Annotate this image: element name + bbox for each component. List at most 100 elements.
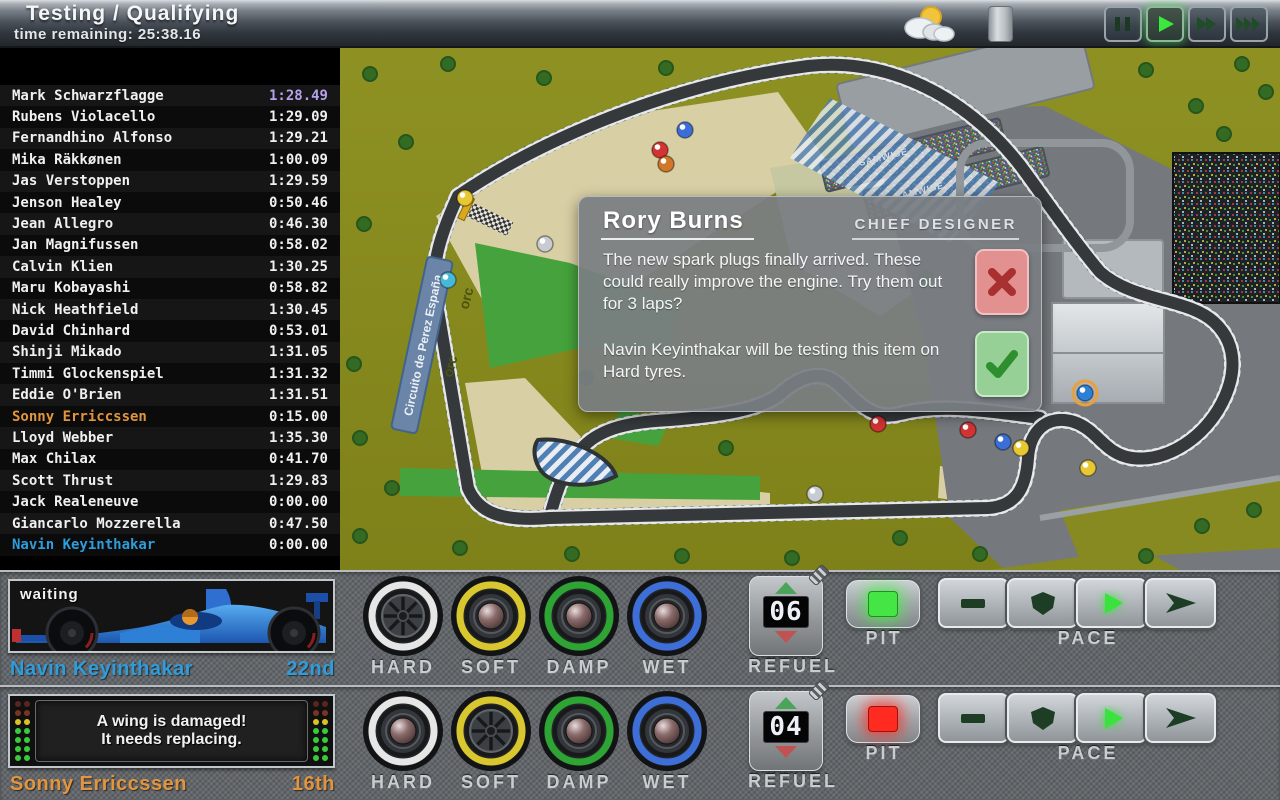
check-icon — [984, 347, 1020, 381]
led-dot — [24, 710, 30, 716]
top-bar: Testing / Qualifying time remaining: 25:… — [0, 0, 1280, 48]
timing-row[interactable]: Nick Heathfield1:30.45 — [0, 299, 340, 320]
car-marker[interactable] — [807, 486, 823, 502]
car-marker[interactable] — [440, 272, 456, 288]
fastest-forward-button[interactable] — [1230, 6, 1268, 42]
pace-button-attack[interactable] — [1145, 578, 1216, 628]
led-dot — [322, 737, 328, 743]
timing-row[interactable]: Mika Räkkønen1:00.09 — [0, 149, 340, 170]
tyre-button-damp[interactable] — [538, 690, 620, 772]
pace-button-conserve[interactable] — [1007, 693, 1078, 743]
tyre-button-hard[interactable] — [362, 575, 444, 657]
car-marker[interactable] — [1080, 460, 1096, 476]
car-marker[interactable] — [658, 156, 674, 172]
led-dot — [15, 701, 21, 707]
timing-driver-name: Scott Thrust — [12, 473, 113, 489]
led-dot — [313, 746, 319, 752]
car-marker[interactable] — [1013, 440, 1029, 456]
refuel-up-arrow[interactable] — [775, 582, 797, 594]
tree — [441, 57, 455, 71]
driver-panel-navin: waiting — [0, 570, 1280, 685]
refuel-up-arrow[interactable] — [775, 697, 797, 709]
timing-driver-name: Giancarlo Mozzerella — [12, 516, 181, 532]
tree — [675, 549, 689, 563]
pace-button-normal[interactable] — [1076, 693, 1147, 743]
timing-row[interactable]: Giancarlo Mozzerella0:47.50 — [0, 513, 340, 534]
pace-button-conserve[interactable] — [1007, 578, 1078, 628]
tree — [973, 547, 987, 561]
tyre-button-damp[interactable] — [538, 575, 620, 657]
timing-lap-time: 0:46.30 — [269, 216, 328, 232]
timing-row[interactable]: Shinji Mikado1:31.05 — [0, 342, 340, 363]
advisor-role: CHIEF DESIGNER — [852, 216, 1019, 240]
timing-driver-name: Jean Allegro — [12, 216, 113, 232]
timing-row[interactable]: Jack Realeneuve0:00.00 — [0, 491, 340, 512]
alert-line2: It needs replacing. — [101, 731, 241, 749]
fast-forward-button[interactable] — [1188, 6, 1226, 42]
timing-row[interactable]: Max Chilax0:41.70 — [0, 449, 340, 470]
tree — [1235, 57, 1249, 71]
timing-row[interactable]: Jan Magnifussen0:58.02 — [0, 235, 340, 256]
driver-nameline: Navin Keyinthakar 22nd — [10, 658, 335, 681]
timing-row[interactable]: Calvin Klien1:30.25 — [0, 256, 340, 277]
car-marker[interactable] — [995, 434, 1011, 450]
led-dot — [313, 701, 319, 707]
pace-button-low[interactable] — [938, 578, 1009, 628]
tyre-button-wet[interactable] — [626, 690, 708, 772]
driver-name: Navin Keyinthakar — [10, 658, 193, 681]
pit-button[interactable] — [846, 695, 920, 743]
pause-icon — [1111, 13, 1135, 35]
dialog-message: The new spark plugs finally arrived. The… — [603, 249, 963, 314]
timing-row[interactable]: Scott Thrust1:29.83 — [0, 470, 340, 491]
car-marker[interactable] — [870, 416, 886, 432]
attack-arrow-icon — [1163, 705, 1199, 731]
pace-button-low[interactable] — [938, 693, 1009, 743]
weather-icon — [898, 4, 960, 46]
timing-row[interactable]: Jenson Healey0:50.46 — [0, 192, 340, 213]
fastest-forward-icon — [1234, 13, 1264, 35]
pit-button[interactable] — [846, 580, 920, 628]
timing-row[interactable]: Lloyd Webber1:35.30 — [0, 427, 340, 448]
timing-row[interactable]: Timmi Glockenspiel1:31.32 — [0, 363, 340, 384]
timing-lap-time: 0:58.82 — [269, 280, 328, 296]
timing-row[interactable]: Jean Allegro 0:46.30 — [0, 213, 340, 234]
timing-row[interactable]: Maru Kobayashi 0:58.82 — [0, 278, 340, 299]
car-marker[interactable] — [960, 422, 976, 438]
car-marker[interactable] — [457, 190, 473, 206]
timing-lap-time: 1:00.09 — [269, 152, 328, 168]
timing-row[interactable]: David Chinhard0:53.01 — [0, 320, 340, 341]
car-marker[interactable] — [537, 236, 553, 252]
timing-row[interactable]: Navin Keyinthakar0:00.00 — [0, 534, 340, 555]
accept-button[interactable] — [975, 331, 1029, 397]
timing-row[interactable]: Mark Schwarzflagge1:28.49 — [0, 85, 340, 106]
timing-row[interactable]: Sonny Erriccssen0:15.00 — [0, 406, 340, 427]
tyre-button-soft[interactable] — [450, 690, 532, 772]
tyre-button-hard[interactable] — [362, 690, 444, 772]
play-pace-icon — [1094, 590, 1130, 616]
pace-button-normal[interactable] — [1076, 578, 1147, 628]
decline-button[interactable] — [975, 249, 1029, 315]
tyre-button-wet[interactable] — [626, 575, 708, 657]
pause-button[interactable] — [1104, 6, 1142, 42]
tyre-selector: HARD SOFT DAMP WET — [362, 575, 708, 678]
timing-driver-name: Shinji Mikado — [12, 344, 122, 360]
timing-row[interactable]: Rubens Violacello1:29.09 — [0, 106, 340, 127]
timing-row[interactable]: Fernandhino Alfonso1:29.21 — [0, 128, 340, 149]
refuel-down-arrow[interactable] — [775, 746, 797, 758]
timing-lap-time: 1:30.25 — [269, 259, 328, 275]
timing-lap-time: 1:35.30 — [269, 430, 328, 446]
timing-driver-name: Sonny Erriccssen — [12, 409, 147, 425]
led-dot — [322, 746, 328, 752]
car-marker[interactable] — [677, 122, 693, 138]
play-button[interactable] — [1146, 6, 1184, 42]
refuel-down-arrow[interactable] — [775, 631, 797, 643]
timing-driver-name: Maru Kobayashi — [12, 280, 130, 296]
pace-button-attack[interactable] — [1145, 693, 1216, 743]
timing-row[interactable]: Jas Verstoppen1:29.59 — [0, 171, 340, 192]
timing-row[interactable]: Eddie O'Brien1:31.51 — [0, 384, 340, 405]
tyre-button-soft[interactable] — [450, 575, 532, 657]
tree — [1217, 127, 1231, 141]
refuel-display: 06 — [763, 596, 809, 628]
timing-driver-name: Jas Verstoppen — [12, 173, 130, 189]
car-marker-selected[interactable] — [1073, 381, 1097, 405]
